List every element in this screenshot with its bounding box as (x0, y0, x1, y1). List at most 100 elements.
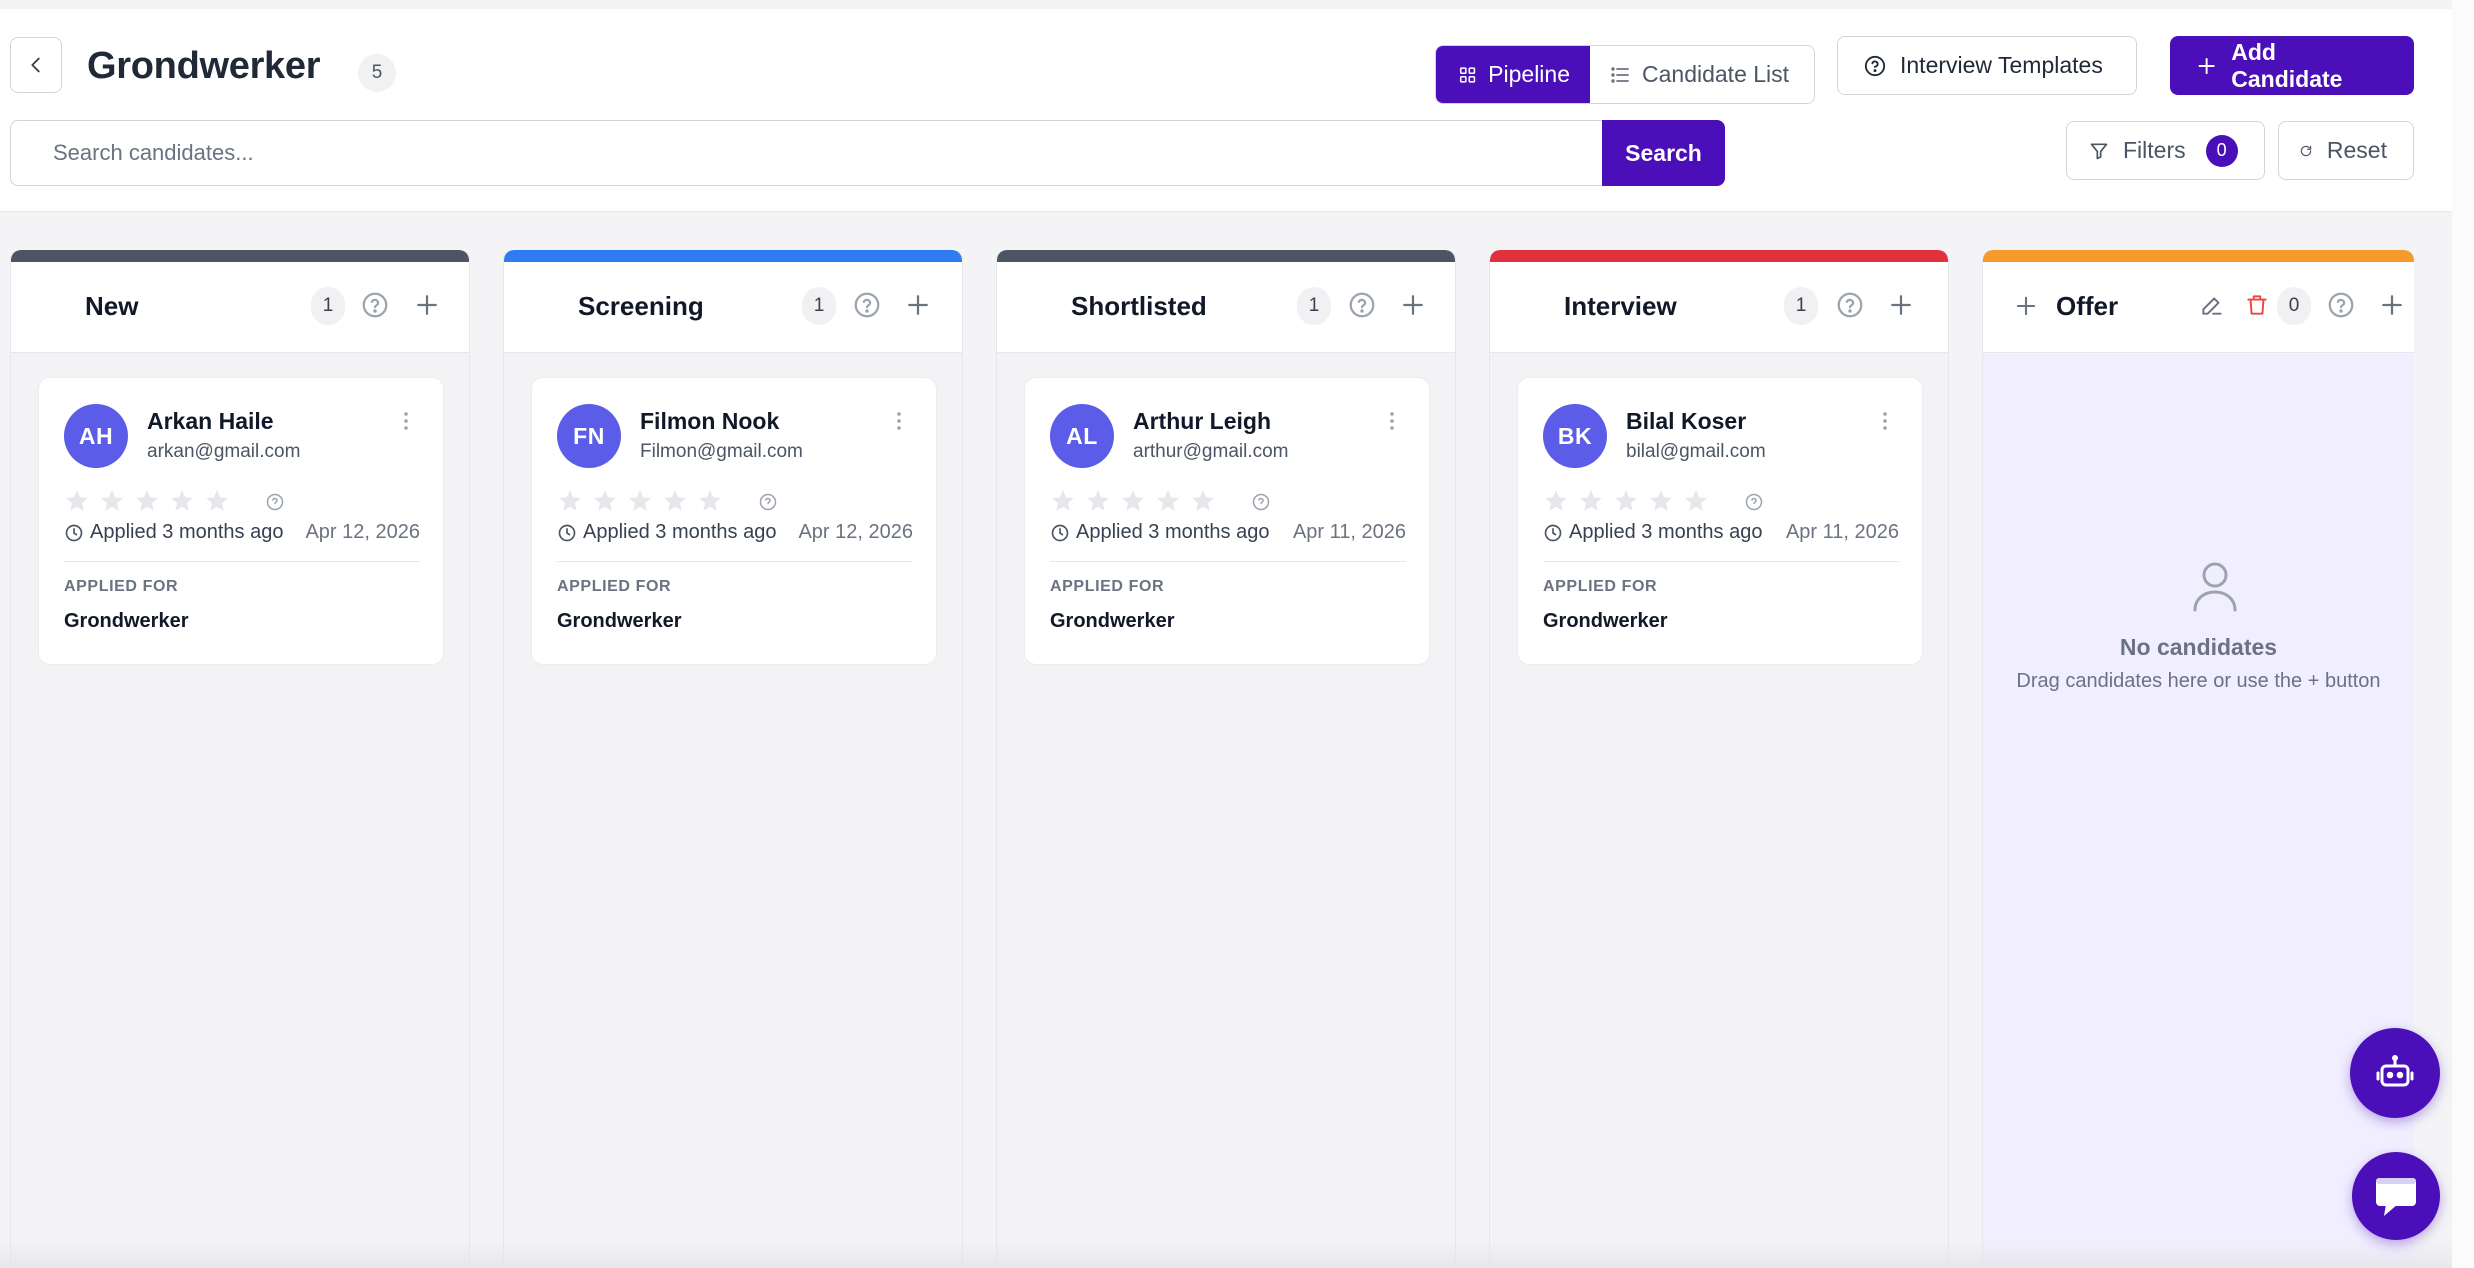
rating-help-icon[interactable] (1744, 492, 1764, 512)
star-icon[interactable] (662, 488, 688, 514)
more-options-icon[interactable] (1875, 408, 1895, 434)
candidate-name[interactable]: Filmon Nook (640, 408, 779, 435)
reset-label: Reset (2326, 137, 2387, 163)
plus-icon (2198, 57, 2215, 74)
applied-date: Apr 11, 2026 (1785, 521, 1899, 543)
list-icon (1611, 66, 1629, 83)
search-bar: Search (10, 120, 1725, 186)
star-icon[interactable] (1085, 488, 1111, 514)
candidate-name[interactable]: Arkan Haile (147, 408, 274, 435)
applied-for-label: APPLIED FOR (64, 578, 179, 595)
pipeline-column-offer: Offer 0 No candidates Drag candidates he… (1982, 250, 2414, 1268)
star-icon[interactable] (204, 488, 230, 514)
add-to-column-icon[interactable] (2377, 290, 2407, 320)
pipeline-column-screening: Screening 1 FN Filmon Nook Filmon@gmail.… (503, 250, 963, 1268)
more-options-icon[interactable] (1382, 408, 1402, 434)
star-icon[interactable] (697, 488, 723, 514)
more-options-icon[interactable] (396, 408, 416, 434)
star-icon[interactable] (557, 488, 583, 514)
star-rating[interactable] (557, 488, 723, 514)
collapse-toggle-icon[interactable] (2012, 292, 2040, 320)
star-icon[interactable] (1543, 488, 1569, 514)
star-icon[interactable] (134, 488, 160, 514)
star-icon[interactable] (1155, 488, 1181, 514)
star-rating[interactable] (1543, 488, 1709, 514)
back-button[interactable] (10, 37, 62, 93)
star-icon[interactable] (1578, 488, 1604, 514)
rating-help-icon[interactable] (265, 492, 285, 512)
column-count-badge: 1 (1784, 287, 1818, 325)
star-icon[interactable] (1190, 488, 1216, 514)
applied-for-value: Grondwerker (1050, 610, 1175, 632)
top-strip (0, 0, 2474, 9)
rating-help-icon[interactable] (758, 492, 778, 512)
add-to-column-icon[interactable] (412, 290, 442, 320)
column-title: Interview (1564, 291, 1677, 321)
candidate-name[interactable]: Bilal Koser (1626, 408, 1746, 435)
empty-column-dropzone[interactable]: No candidates Drag candidates here or us… (1983, 354, 2414, 1267)
filters-button[interactable]: Filters 0 (2066, 121, 2265, 180)
column-title: Shortlisted (1071, 291, 1207, 321)
more-options-icon[interactable] (889, 408, 909, 434)
divider (557, 561, 913, 562)
candidate-name[interactable]: Arthur Leigh (1133, 408, 1271, 435)
star-icon[interactable] (1613, 488, 1639, 514)
search-input[interactable] (10, 120, 1602, 186)
candidate-card[interactable]: AL Arthur Leigh arthur@gmail.com Applied… (1024, 377, 1430, 665)
clock-icon (65, 524, 83, 541)
column-count-badge: 1 (1297, 287, 1331, 325)
user-icon (2193, 562, 2237, 612)
star-icon[interactable] (1648, 488, 1674, 514)
applied-for-label: APPLIED FOR (1543, 578, 1658, 595)
column-header: New 1 (11, 262, 469, 353)
trash-icon[interactable] (2244, 292, 2270, 318)
star-icon[interactable] (64, 488, 90, 514)
help-circle-icon[interactable] (1835, 290, 1865, 320)
pipeline-view-button[interactable]: Pipeline (1436, 46, 1590, 103)
edit-icon[interactable] (2199, 292, 2225, 318)
candidate-list-view-label: Candidate List (1642, 61, 1790, 87)
ai-assistant-button[interactable] (2350, 1028, 2440, 1118)
star-rating[interactable] (64, 488, 230, 514)
chat-button[interactable] (2352, 1152, 2440, 1240)
column-title: New (85, 291, 139, 321)
applied-date: Apr 11, 2026 (1292, 521, 1406, 543)
interview-templates-button[interactable]: Interview Templates (1837, 36, 2137, 95)
help-circle-icon[interactable] (852, 290, 882, 320)
view-toggle: Pipeline Candidate List (1435, 45, 1815, 104)
rating-help-icon[interactable] (1251, 492, 1271, 512)
star-icon[interactable] (627, 488, 653, 514)
grid-icon (1459, 66, 1476, 83)
add-to-column-icon[interactable] (1886, 290, 1916, 320)
column-count-badge: 0 (2277, 287, 2311, 325)
divider (1050, 561, 1406, 562)
pipeline-column-new: New 1 AH Arkan Haile arkan@gmail.com App… (10, 250, 470, 1268)
add-candidate-button[interactable]: Add Candidate (2170, 36, 2414, 95)
column-count-badge: 1 (802, 287, 836, 325)
star-icon[interactable] (1050, 488, 1076, 514)
star-icon[interactable] (1683, 488, 1709, 514)
candidate-card[interactable]: FN Filmon Nook Filmon@gmail.com Applied … (531, 377, 937, 665)
star-icon[interactable] (169, 488, 195, 514)
candidate-card[interactable]: AH Arkan Haile arkan@gmail.com Applied 3… (38, 377, 444, 665)
add-to-column-icon[interactable] (1398, 290, 1428, 320)
filter-icon (2090, 143, 2108, 159)
search-button[interactable]: Search (1602, 120, 1725, 186)
applied-for-label: APPLIED FOR (557, 578, 672, 595)
chat-icon (2376, 1178, 2416, 1216)
applied-relative: Applied 3 months ago (90, 521, 284, 543)
star-icon[interactable] (592, 488, 618, 514)
avatar: FN (557, 404, 621, 468)
help-circle-icon[interactable] (1347, 290, 1377, 320)
help-circle-icon[interactable] (2326, 290, 2356, 320)
reset-button[interactable]: Reset (2278, 121, 2414, 180)
add-to-column-icon[interactable] (903, 290, 933, 320)
help-circle-icon[interactable] (360, 290, 390, 320)
candidate-list-view-button[interactable]: Candidate List (1590, 46, 1814, 103)
star-rating[interactable] (1050, 488, 1216, 514)
star-icon[interactable] (99, 488, 125, 514)
candidate-card[interactable]: BK Bilal Koser bilal@gmail.com Applied 3… (1517, 377, 1923, 665)
star-icon[interactable] (1120, 488, 1146, 514)
applied-relative: Applied 3 months ago (1076, 521, 1270, 543)
column-header: Screening 1 (504, 262, 962, 353)
